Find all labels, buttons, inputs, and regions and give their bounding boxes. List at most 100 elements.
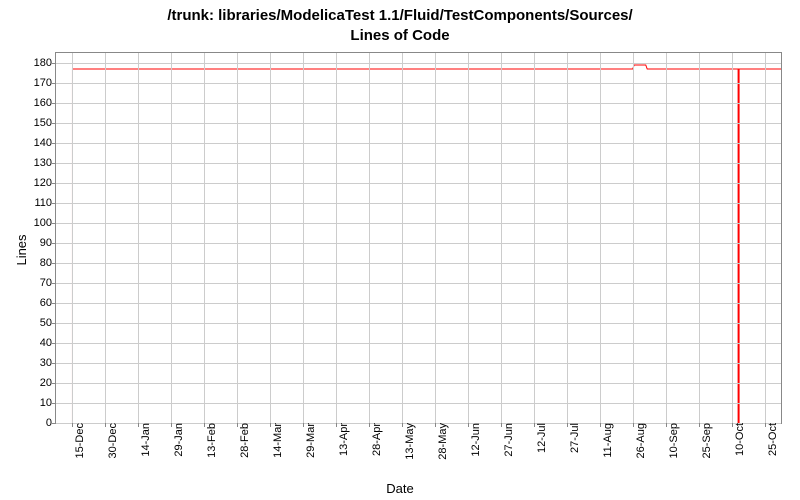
grid-line-v — [105, 53, 106, 423]
x-tick-label: 12-Jul — [530, 423, 548, 453]
grid-line-h — [56, 83, 781, 84]
series-line — [72, 65, 781, 423]
grid-line-h — [56, 203, 781, 204]
grid-line-h — [56, 103, 781, 104]
grid-line-v — [699, 53, 700, 423]
x-tick-mark — [567, 423, 568, 427]
x-tick-mark — [105, 423, 106, 427]
x-tick-label: 26-Aug — [629, 423, 647, 458]
x-tick-mark — [204, 423, 205, 427]
y-tick-mark — [52, 183, 56, 184]
y-tick-mark — [52, 163, 56, 164]
grid-line-h — [56, 403, 781, 404]
x-tick-mark — [699, 423, 700, 427]
x-tick-label: 12-Jun — [464, 423, 482, 457]
grid-line-v — [534, 53, 535, 423]
y-tick-mark — [52, 363, 56, 364]
y-tick-mark — [52, 123, 56, 124]
grid-line-h — [56, 183, 781, 184]
x-tick-label: 10-Oct — [728, 423, 746, 456]
title-line-1: /trunk: libraries/ModelicaTest 1.1/Fluid… — [167, 7, 632, 24]
y-tick-mark — [52, 223, 56, 224]
grid-line-v — [138, 53, 139, 423]
x-tick-mark — [435, 423, 436, 427]
grid-line-h — [56, 223, 781, 224]
chart-container: /trunk: libraries/ModelicaTest 1.1/Fluid… — [0, 0, 800, 500]
x-tick-mark — [732, 423, 733, 427]
grid-line-h — [56, 363, 781, 364]
y-tick-mark — [52, 143, 56, 144]
grid-line-v — [633, 53, 634, 423]
grid-line-h — [56, 303, 781, 304]
grid-line-v — [270, 53, 271, 423]
x-tick-label: 13-Feb — [200, 423, 218, 458]
grid-line-h — [56, 63, 781, 64]
grid-line-h — [56, 163, 781, 164]
grid-line-h — [56, 343, 781, 344]
grid-line-v — [303, 53, 304, 423]
x-tick-label: 14-Jan — [134, 423, 152, 457]
x-tick-mark — [501, 423, 502, 427]
x-tick-label: 29-Jan — [167, 423, 185, 457]
x-tick-mark — [237, 423, 238, 427]
y-tick-mark — [52, 63, 56, 64]
x-axis-label: Date — [386, 481, 413, 496]
x-tick-label: 13-Apr — [332, 423, 350, 456]
y-axis-label: Lines — [14, 234, 29, 265]
x-tick-mark — [534, 423, 535, 427]
x-tick-mark — [666, 423, 667, 427]
title-line-2: Lines of Code — [350, 27, 449, 44]
grid-line-h — [56, 323, 781, 324]
x-tick-label: 28-Apr — [365, 423, 383, 456]
x-tick-mark — [138, 423, 139, 427]
x-tick-mark — [303, 423, 304, 427]
grid-line-h — [56, 283, 781, 284]
x-tick-mark — [270, 423, 271, 427]
grid-line-v — [732, 53, 733, 423]
grid-line-v — [435, 53, 436, 423]
grid-line-v — [600, 53, 601, 423]
grid-line-h — [56, 383, 781, 384]
y-tick-mark — [52, 423, 56, 424]
x-tick-label: 28-Feb — [233, 423, 251, 458]
x-tick-label: 27-Jun — [497, 423, 515, 457]
x-tick-label: 25-Sep — [695, 423, 713, 458]
x-tick-label: 13-May — [398, 423, 416, 460]
x-tick-label: 27-Jul — [563, 423, 581, 453]
x-tick-label: 29-Mar — [299, 423, 317, 458]
x-tick-mark — [171, 423, 172, 427]
chart-title: /trunk: libraries/ModelicaTest 1.1/Fluid… — [0, 0, 800, 45]
grid-line-v — [369, 53, 370, 423]
grid-line-h — [56, 143, 781, 144]
grid-line-v — [468, 53, 469, 423]
y-tick-mark — [52, 103, 56, 104]
x-tick-label: 15-Dec — [68, 423, 86, 458]
grid-line-h — [56, 263, 781, 264]
x-tick-mark — [600, 423, 601, 427]
y-tick-mark — [52, 343, 56, 344]
grid-line-v — [336, 53, 337, 423]
x-tick-mark — [336, 423, 337, 427]
y-tick-mark — [52, 263, 56, 264]
grid-line-v — [72, 53, 73, 423]
grid-line-h — [56, 123, 781, 124]
x-tick-label: 30-Dec — [101, 423, 119, 458]
x-tick-label: 10-Sep — [662, 423, 680, 458]
data-line — [56, 53, 781, 423]
x-tick-mark — [468, 423, 469, 427]
x-tick-mark — [72, 423, 73, 427]
y-tick-mark — [52, 383, 56, 384]
y-tick-mark — [52, 83, 56, 84]
grid-line-v — [666, 53, 667, 423]
grid-line-v — [765, 53, 766, 423]
y-tick-mark — [52, 303, 56, 304]
y-tick-mark — [52, 203, 56, 204]
grid-line-v — [237, 53, 238, 423]
y-tick-mark — [52, 403, 56, 404]
x-tick-label: 14-Mar — [266, 423, 284, 458]
grid-line-h — [56, 243, 781, 244]
y-tick-mark — [52, 243, 56, 244]
x-tick-label: 25-Oct — [761, 423, 779, 456]
plot-area: 0102030405060708090100110120130140150160… — [55, 52, 782, 424]
x-tick-mark — [369, 423, 370, 427]
